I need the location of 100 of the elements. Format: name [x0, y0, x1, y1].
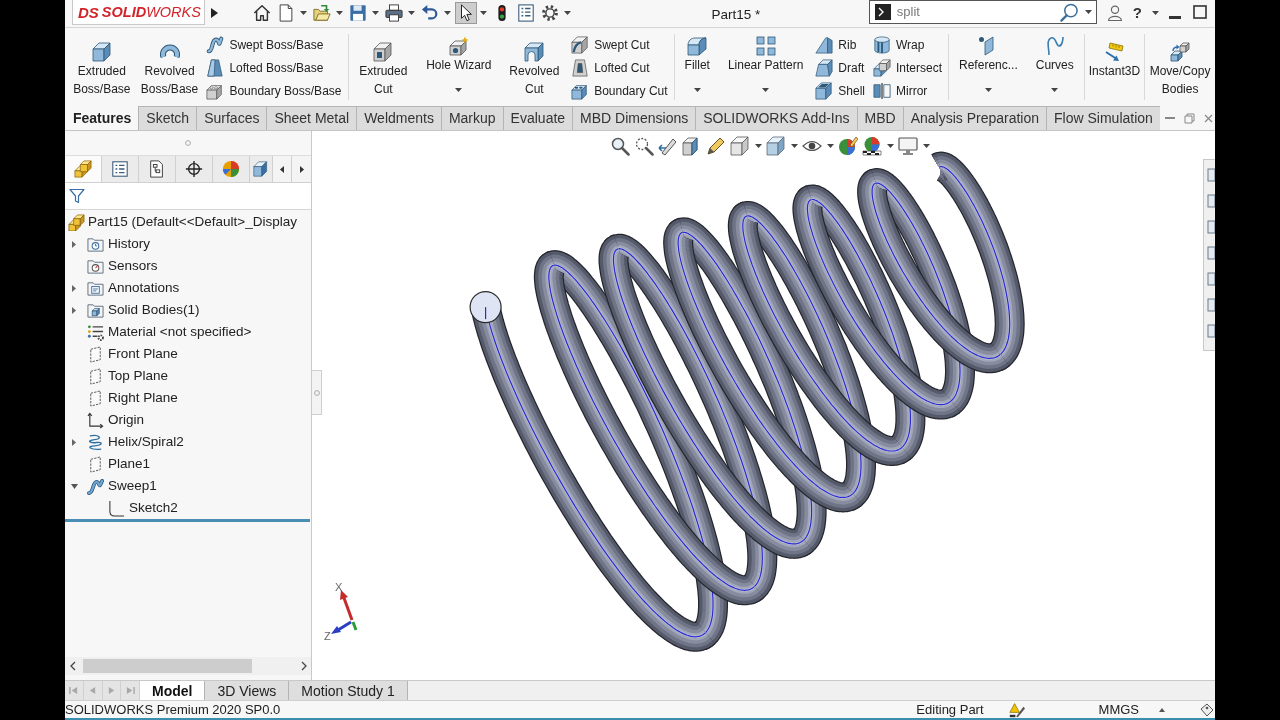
command-tab[interactable]: Surfaces [196, 106, 267, 130]
command-button[interactable]: Referenc... [953, 28, 1024, 106]
list-icon[interactable] [111, 160, 129, 178]
command-tab[interactable]: SOLIDWORKS Add-Ins [695, 106, 857, 130]
search-icon[interactable] [1059, 2, 1079, 22]
caret-icon[interactable] [335, 11, 343, 15]
scrollbar-thumb[interactable] [83, 659, 252, 673]
tree-item[interactable]: Right Plane [108, 387, 178, 409]
list-page-icon[interactable] [517, 4, 535, 22]
caret-icon[interactable] [762, 88, 770, 92]
panel-tab[interactable] [176, 156, 213, 182]
command-button[interactable]: Hole Wizard [420, 28, 498, 106]
command-tab[interactable]: Sketch [138, 106, 197, 130]
warning-pencil-icon[interactable] [1008, 701, 1025, 718]
caret-icon[interactable] [563, 11, 571, 15]
cut-tapered-icon[interactable] [571, 58, 590, 77]
tree-item[interactable]: Sensors [108, 255, 158, 277]
tree-item[interactable]: Front Plane [108, 343, 178, 365]
tree-item[interactable]: Plane1 [108, 453, 151, 475]
tree-item[interactable]: Helix/Spiral2 [108, 431, 184, 453]
chevron-left-icon[interactable] [69, 661, 76, 671]
tree-item[interactable]: Sketch2 [129, 497, 178, 519]
command-tab[interactable]: MBD Dimensions [572, 106, 696, 130]
loop-curve-icon[interactable] [1044, 36, 1065, 56]
person-icon[interactable] [1106, 5, 1123, 21]
banded-cylinder-icon[interactable] [873, 35, 891, 54]
command-button[interactable]: Swept Boss/Base [206, 33, 344, 56]
command-button[interactable]: Rib [815, 33, 867, 56]
caret-icon[interactable] [1084, 10, 1092, 14]
cube-icon[interactable] [730, 136, 750, 156]
printer-icon[interactable] [385, 4, 403, 22]
command-button[interactable]: Mirror [873, 79, 945, 102]
pencil-icon[interactable] [706, 136, 726, 156]
caret-icon[interactable] [479, 11, 487, 15]
command-button[interactable]: Extruded Cut [352, 28, 415, 106]
bottom-tab[interactable]: Motion Study 1 [289, 681, 408, 700]
command-button[interactable]: Swept Cut [571, 33, 670, 56]
command-tab[interactable]: Analysis Preparation [902, 106, 1047, 130]
caret-icon[interactable] [455, 88, 463, 92]
bottom-tab[interactable]: 3D Views [205, 681, 290, 700]
caret-right-icon[interactable] [72, 240, 76, 248]
grooved-block-icon[interactable] [571, 35, 590, 54]
command-tab[interactable]: MBD [856, 106, 903, 130]
command-button[interactable]: Boundary Cut [571, 79, 670, 102]
command-tab[interactable]: Flow Simulation [1046, 106, 1160, 130]
moving-blocks-icon[interactable] [1170, 42, 1191, 62]
caret-icon[interactable] [754, 144, 762, 148]
caret-icon[interactable] [922, 144, 930, 148]
command-button[interactable]: Instant3D [1088, 28, 1141, 106]
help-button[interactable]: ? [1132, 5, 1142, 20]
caret-icon[interactable] [407, 11, 415, 15]
caret-icon[interactable] [371, 11, 379, 15]
tapered-block-icon[interactable] [206, 58, 225, 77]
caret-right-icon[interactable] [72, 284, 76, 292]
color-sphere-icon[interactable] [222, 160, 240, 178]
tree-item[interactable]: Annotations [108, 277, 180, 299]
command-button[interactable]: Move/Copy Bodies [1149, 28, 1211, 106]
caret-down-icon[interactable] [70, 483, 78, 489]
close-icon[interactable] [1204, 113, 1213, 123]
chevron-right-icon[interactable] [300, 661, 307, 671]
s-curve-tube-icon[interactable] [206, 35, 225, 54]
command-button[interactable]: Draft [815, 56, 867, 79]
curved-arrow-icon[interactable] [421, 4, 439, 22]
tree-item[interactable]: Part15 (Default<<Default>_Display [88, 211, 297, 233]
command-button[interactable]: Intersect [873, 56, 945, 79]
crosshair-icon[interactable] [185, 160, 203, 178]
command-button[interactable]: Lofted Cut [571, 56, 670, 79]
shaded-block-icon[interactable] [253, 161, 269, 177]
rounded-box-icon[interactable] [687, 36, 708, 56]
caret-icon[interactable] [826, 144, 834, 148]
tree-item[interactable]: Material <not specified> [108, 321, 252, 343]
filter-field[interactable] [65, 183, 311, 210]
color-sphere-icon[interactable] [862, 136, 882, 156]
ruler-arrow-icon[interactable] [1104, 42, 1125, 62]
panel-tab[interactable] [250, 156, 273, 182]
caret-icon[interactable] [790, 144, 798, 148]
caret-up-icon[interactable] [1159, 707, 1165, 712]
units-label[interactable]: MMGS [1098, 699, 1139, 720]
magnifier-icon[interactable] [610, 136, 630, 156]
tree-item[interactable]: Sweep1 [108, 475, 157, 497]
command-button[interactable]: Revolved Boss/Base [138, 28, 201, 106]
command-button[interactable]: Curves [1029, 28, 1080, 106]
wedge-icon[interactable] [815, 35, 834, 54]
cube-icon[interactable] [91, 42, 112, 62]
cut-block-icon[interactable] [373, 42, 394, 62]
command-tab[interactable]: Markup [440, 106, 503, 130]
tree-item[interactable]: History [108, 233, 150, 255]
splitter-handle[interactable] [312, 370, 322, 415]
tree-item[interactable]: Origin [108, 409, 144, 431]
tag-icon[interactable] [1200, 702, 1214, 717]
page-icon[interactable] [277, 4, 295, 22]
shaded-cube-icon[interactable] [766, 136, 786, 156]
command-button[interactable]: Fillet [678, 28, 716, 106]
house-icon[interactable] [253, 4, 271, 22]
command-button[interactable]: Extruded Boss/Base [71, 28, 133, 106]
caret-icon[interactable] [984, 88, 992, 92]
command-tab[interactable]: Features [66, 106, 139, 130]
gear-icon[interactable] [541, 4, 559, 22]
dashed-magnifier-icon[interactable] [634, 136, 654, 156]
arch-block-icon[interactable] [524, 42, 545, 62]
